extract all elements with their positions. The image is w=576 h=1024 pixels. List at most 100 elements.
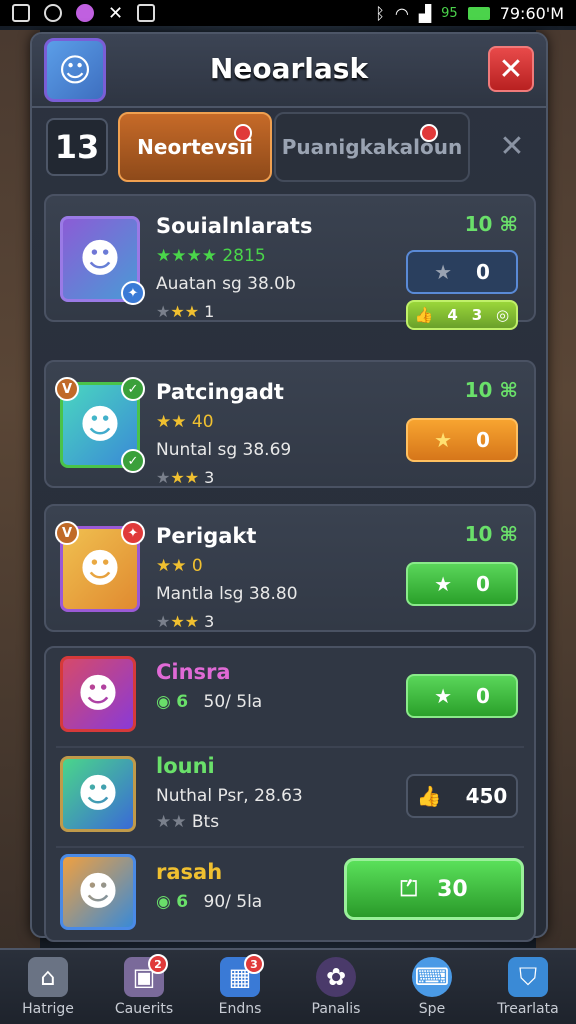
- progress-total: 90/ 5la: [203, 892, 263, 912]
- character-face-icon: ☻: [77, 869, 119, 915]
- rating-dim-star-icon: ★: [156, 468, 171, 487]
- list-group: ☻ Cinsra ◉ 6 50/ 5la ★ 0 ☻ louni Nuthal …: [44, 646, 536, 942]
- bottom-nav: ⌂ Hatrige ▣ 2 Cauerits ▦ 3 Endns ✿ Panal…: [0, 948, 576, 1024]
- notification-dot-icon: [420, 124, 438, 142]
- bonus-pill[interactable]: 👍 4 3 ◎: [406, 300, 518, 330]
- list-item[interactable]: ☻ rasah ◉ 6 90/ 5la ⏍ 30: [46, 848, 534, 944]
- item-detail: Nuntal sg 38.69: [156, 440, 292, 460]
- nav-item-home[interactable]: ⌂ Hatrige: [0, 950, 96, 1024]
- star-icon: ★: [434, 572, 452, 596]
- tabs-row: 13 Neortevsii Puanigkakaloun ✕: [42, 110, 538, 184]
- nav-item-shield[interactable]: ⛉ Trearlata: [480, 950, 576, 1024]
- claim-button[interactable]: ★ 0: [406, 418, 518, 462]
- pill-left-value: 4: [447, 306, 458, 324]
- item-name: Cinsra: [156, 660, 231, 684]
- rating-star-icons: ★★: [170, 612, 200, 631]
- nav-label: Panalis: [311, 1001, 361, 1017]
- button-value: 0: [476, 260, 490, 284]
- nav-item-badge[interactable]: ✿ Panalis: [288, 950, 384, 1024]
- close-icon: ✕: [498, 51, 524, 87]
- nav-badge: 3: [244, 954, 264, 974]
- app-icon: [76, 4, 94, 22]
- close-notification-icon: ✕: [108, 2, 124, 24]
- rating-star-icons: ★★: [170, 468, 200, 487]
- nav-item-map[interactable]: ▦ 3 Endns: [192, 950, 288, 1024]
- character-portrait: ☻: [60, 854, 136, 930]
- button-value: 0: [476, 428, 490, 452]
- rating-stars: ★★★★ 2815: [156, 246, 266, 266]
- nav-item-keyboard[interactable]: ⌨ Spe: [384, 950, 480, 1024]
- panel-header: ☺ Neoarlask ✕: [32, 34, 546, 108]
- tab-count-badge: 13: [46, 118, 108, 176]
- thumb-icon: 👍: [414, 306, 434, 324]
- button-value: 0: [476, 572, 490, 596]
- button-value: 30: [437, 876, 468, 902]
- nav-label: Cauerits: [114, 1001, 174, 1017]
- list-item[interactable]: ☻ V ✦ Perigakt ★★ 0 Mantla lsg 38.80 ★★★…: [44, 504, 536, 632]
- wifi-icon: ◠: [394, 3, 409, 23]
- character-face-icon: ☻: [77, 771, 119, 817]
- pill-right-value: 3: [471, 306, 483, 324]
- rating-count: 1: [204, 302, 215, 321]
- home-icon: ⌂: [28, 957, 68, 997]
- list-item[interactable]: ☻ louni Nuthal Psr, 28.63 ★★ Bts 👍 450: [46, 748, 534, 846]
- rating-dim-star-icon: ★: [156, 302, 171, 321]
- progress-icon: ◉: [156, 892, 171, 912]
- progress-icon: ◉: [156, 692, 171, 712]
- item-tag: Bts: [191, 812, 220, 832]
- item-rating-row: ★★ Bts: [156, 812, 219, 832]
- rank-badge-icon: V: [55, 521, 79, 545]
- shield-icon: ⛉: [508, 957, 548, 997]
- tab-active[interactable]: Neortevsii: [118, 112, 272, 182]
- nav-label: Spe: [418, 1001, 446, 1017]
- collect-button[interactable]: ⏍ 30: [344, 858, 524, 920]
- item-progress-line: ◉ 6 90/ 5la: [156, 892, 262, 912]
- list-item[interactable]: ☻ Cinsra ◉ 6 50/ 5la ★ 0: [46, 648, 534, 748]
- claim-button[interactable]: ★ 0: [406, 250, 518, 294]
- item-detail: Nuthal Psr, 28.63: [156, 786, 303, 806]
- list-item[interactable]: ☻ ✦ Souialnlarats ★★★★ 2815 Auatan sg 38…: [44, 194, 536, 330]
- check-badge-icon: ✓: [121, 449, 145, 473]
- page-title: Neoarlask: [209, 52, 369, 85]
- bluetooth-icon: ᛒ: [375, 3, 385, 23]
- rating-star-icons: ★★: [156, 812, 187, 832]
- item-stars-line: ★★ 0: [156, 556, 203, 576]
- rating-stars: ★★ 0: [156, 556, 203, 576]
- close-button[interactable]: ✕: [488, 46, 534, 92]
- tab-inactive[interactable]: Puanigkakaloun: [274, 112, 470, 182]
- nav-label: Endns: [218, 1001, 262, 1017]
- reward-label: 10 ⌘: [464, 212, 518, 236]
- item-rating-row: ★★★ 3: [156, 612, 214, 631]
- progress-value: 6: [176, 692, 189, 712]
- reward-button[interactable]: 👍 450: [406, 774, 518, 818]
- coin-icon: ◎: [495, 306, 510, 324]
- notification-dot-icon: [234, 124, 252, 142]
- item-rating-row: ★★★ 3: [156, 468, 214, 487]
- claim-button[interactable]: ★ 0: [406, 674, 518, 718]
- settings-icon: [44, 4, 62, 22]
- rank-badge-icon: V: [55, 377, 79, 401]
- item-detail: Mantla lsg 38.80: [156, 584, 298, 604]
- item-detail: Auatan sg 38.0b: [156, 274, 296, 294]
- alert-badge-icon: ✦: [121, 521, 145, 545]
- item-rating-row: ★★★ 1: [156, 302, 214, 321]
- tabs-close-icon[interactable]: ✕: [494, 128, 530, 164]
- item-name: Souialnlarats: [156, 214, 313, 238]
- rating-dim-star-icon: ★: [156, 612, 171, 631]
- rating-count: 3: [204, 468, 215, 487]
- claim-button[interactable]: ★ 0: [406, 562, 518, 606]
- rating-count: 3: [204, 612, 215, 631]
- star-icon: ★: [434, 428, 452, 452]
- collect-icon: ⏍: [400, 876, 418, 902]
- progress-value: 6: [176, 892, 189, 912]
- item-stars-line: ★★★★ 2815: [156, 246, 266, 266]
- rating-stars: ★★ 40: [156, 412, 214, 432]
- reward-label: 10 ⌘: [464, 522, 518, 546]
- list-item[interactable]: ☻ ✓ ✓ V Patcingadt ★★ 40 Nuntal sg 38.69…: [44, 360, 536, 488]
- character-portrait: ☻: [60, 756, 136, 832]
- item-progress-line: ◉ 6 50/ 5la: [156, 692, 262, 712]
- item-stars-line: ★★ 40: [156, 412, 214, 432]
- nav-item-box[interactable]: ▣ 2 Cauerits: [96, 950, 192, 1024]
- button-value: 450: [465, 784, 508, 808]
- battery-icon: [467, 6, 490, 20]
